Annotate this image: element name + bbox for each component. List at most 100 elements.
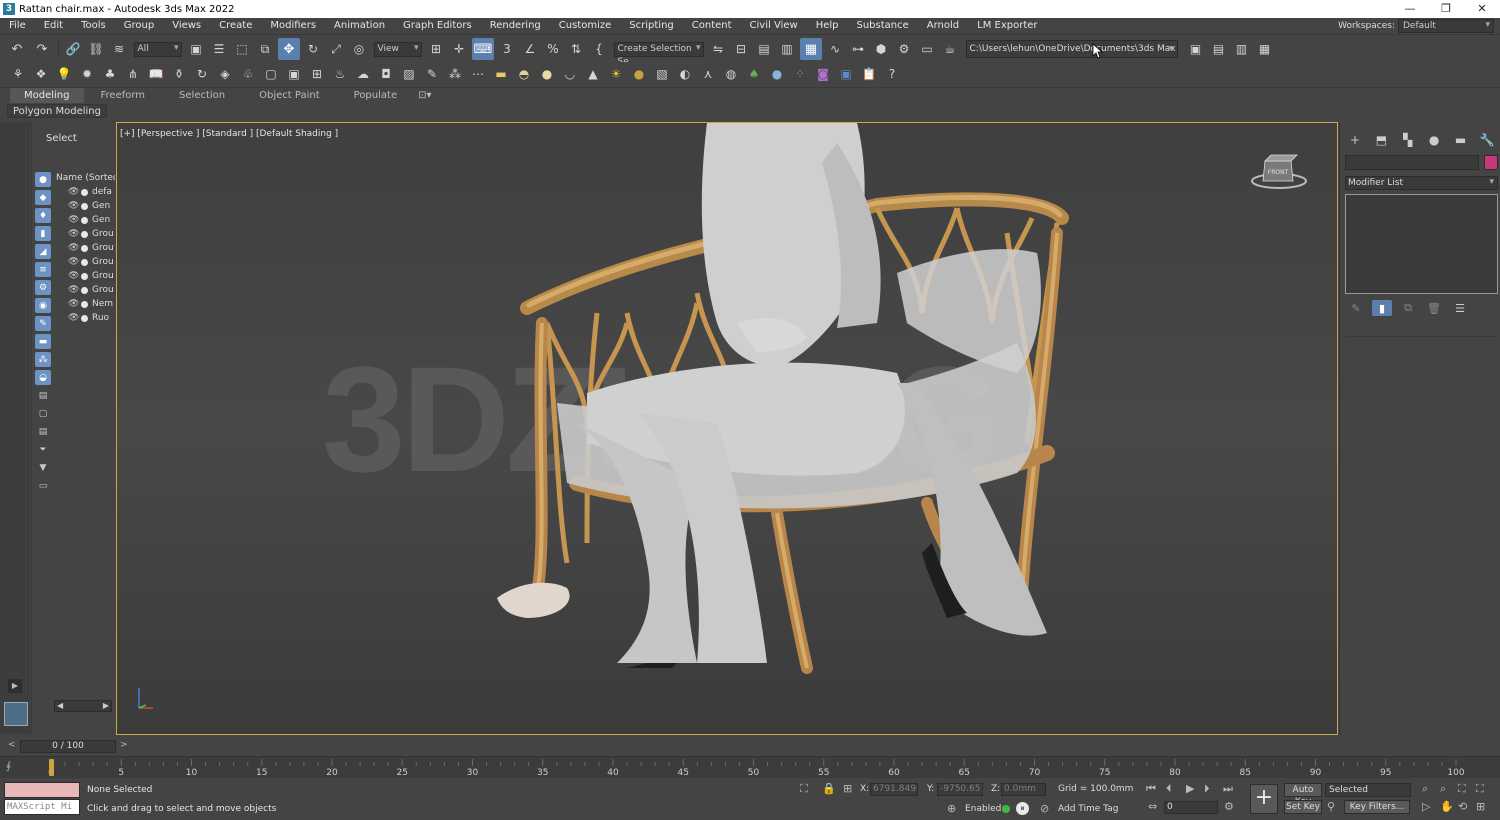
list-item[interactable]: 👁 Ruo: [54, 311, 115, 325]
cone-icon[interactable]: ▲: [583, 63, 603, 85]
menu-modifiers[interactable]: Modifiers: [261, 18, 325, 34]
auto-key-button[interactable]: Auto Key: [1284, 783, 1322, 807]
sun-icon[interactable]: ✹: [77, 63, 97, 85]
menu-content[interactable]: Content: [683, 18, 741, 34]
layer-explorer-icon[interactable]: ▤: [754, 38, 774, 60]
unlink-icon[interactable]: ⛓: [86, 38, 106, 60]
next-frame-icon[interactable]: >: [120, 740, 128, 750]
help-icon[interactable]: ?: [882, 63, 902, 85]
enabled-indicator-icon[interactable]: [1002, 805, 1010, 813]
tab-freeform[interactable]: Freeform: [84, 88, 163, 103]
link-icon[interactable]: 🔗: [63, 38, 83, 60]
set-key-button[interactable]: Set Key: [1284, 800, 1322, 814]
gold-sphere-icon[interactable]: ●: [629, 63, 649, 85]
perspective-viewport[interactable]: 3DZI.ORG: [116, 122, 1338, 735]
maxscript-listener[interactable]: [4, 782, 80, 798]
play-icon[interactable]: ▶: [1186, 782, 1194, 795]
tab-modeling[interactable]: Modeling: [10, 88, 84, 103]
go-to-end-icon[interactable]: ⏭: [1223, 782, 1233, 796]
mirror-icon[interactable]: ⇋: [708, 38, 728, 60]
half-sphere-icon[interactable]: ◐: [675, 63, 695, 85]
schematic-view-icon[interactable]: ⊶: [848, 38, 868, 60]
align-icon[interactable]: ⊟: [731, 38, 751, 60]
eye-icon[interactable]: 👁: [68, 187, 80, 197]
list-item[interactable]: 👁 Nem: [54, 297, 115, 311]
maximize-viewport-icon[interactable]: ⊞: [1476, 800, 1485, 813]
xrefs-filter-icon[interactable]: ✎: [35, 316, 51, 331]
object-name-field[interactable]: [1345, 155, 1479, 170]
sunlight-icon[interactable]: ☀: [606, 63, 626, 85]
key-filter-icon[interactable]: ⚲: [1327, 800, 1335, 813]
cluster-icon[interactable]: ⁂: [445, 63, 465, 85]
display-tab-icon[interactable]: ▬: [1452, 131, 1470, 149]
zoom-extents-icon[interactable]: ⛶: [1458, 782, 1466, 796]
spacewarps-filter-icon[interactable]: ⚙: [35, 280, 51, 295]
teapot-white-icon[interactable]: ☁: [353, 63, 373, 85]
container-icon[interactable]: ⚘: [8, 63, 28, 85]
hierarchy-tab-icon[interactable]: ▚: [1399, 131, 1417, 149]
curve-editor-icon[interactable]: ∿: [825, 38, 845, 60]
bones-filter-icon[interactable]: ▬: [35, 334, 51, 349]
close-button[interactable]: ✕: [1464, 0, 1500, 18]
redo-icon[interactable]: ↷: [31, 38, 53, 60]
key-set-dropdown[interactable]: Selected: [1325, 783, 1411, 797]
menu-create[interactable]: Create: [210, 18, 261, 34]
next-frame-button-icon[interactable]: ⏵: [1204, 782, 1210, 796]
previous-frame-icon[interactable]: ⏴: [1166, 782, 1172, 796]
snap-toggle-icon[interactable]: 3: [497, 38, 517, 60]
set-keys-icon[interactable]: +: [1250, 784, 1278, 814]
menu-lm-exporter[interactable]: LM Exporter: [968, 18, 1046, 34]
tree-icon[interactable]: ♣: [100, 63, 120, 85]
viewport-label[interactable]: [+] [Perspective ] [Standard ] [Default …: [120, 129, 338, 139]
funnel-icon[interactable]: ⏷: [35, 442, 51, 457]
tab-object-paint[interactable]: Object Paint: [242, 88, 337, 103]
display-influences-icon[interactable]: ▢: [35, 406, 51, 421]
render-production-icon[interactable]: ☕: [940, 38, 960, 60]
named-selection-dropdown[interactable]: Create Selection Se: [613, 41, 704, 67]
modifier-list-dropdown[interactable]: Modifier List: [1345, 176, 1498, 190]
current-frame-field[interactable]: 0: [1164, 801, 1218, 814]
sphere-mesh-icon[interactable]: ◍: [721, 63, 741, 85]
ref-coord-dropdown[interactable]: View: [373, 41, 422, 57]
paint-icon[interactable]: ✎: [422, 63, 442, 85]
eye-icon[interactable]: 👁: [68, 257, 80, 267]
list-item[interactable]: 👁 Grou: [54, 269, 115, 283]
menu-civil-view[interactable]: Civil View: [741, 18, 807, 34]
clipboard-icon[interactable]: 📋: [859, 63, 879, 85]
select-object-icon[interactable]: ▣: [186, 38, 206, 60]
toggle-ribbon-icon[interactable]: ▥: [777, 38, 797, 60]
select-move-icon[interactable]: ✥: [278, 38, 300, 60]
eye-icon[interactable]: 👁: [68, 201, 80, 211]
modifier-stack[interactable]: [1345, 194, 1498, 294]
menu-arnold[interactable]: Arnold: [918, 18, 968, 34]
frame-icon[interactable]: ▢: [261, 63, 281, 85]
filter-icon[interactable]: ▼: [35, 460, 51, 475]
mirror-plant-icon[interactable]: ⋔: [123, 63, 143, 85]
groups-filter-icon[interactable]: ◉: [35, 298, 51, 313]
cameras-filter-icon[interactable]: ◢: [35, 244, 51, 259]
motion-tab-icon[interactable]: ●: [1425, 131, 1443, 149]
add-time-tag-button[interactable]: Add Time Tag: [1058, 804, 1118, 814]
menu-scripting[interactable]: Scripting: [620, 18, 682, 34]
bottle-icon[interactable]: ⚱: [169, 63, 189, 85]
display-dependents-icon[interactable]: ▤: [35, 424, 51, 439]
book-icon[interactable]: 📖: [146, 63, 166, 85]
percent-snap-icon[interactable]: %: [543, 38, 563, 60]
render-region-icon[interactable]: ▣: [284, 63, 304, 85]
purple-icon[interactable]: ◙: [813, 63, 833, 85]
eye-icon[interactable]: 👁: [68, 229, 80, 239]
placement-icon[interactable]: ◎: [349, 38, 369, 60]
dots-icon[interactable]: ⋯: [468, 63, 488, 85]
crop-icon[interactable]: ⊞: [307, 63, 327, 85]
bulb-outline-icon[interactable]: ♧: [238, 63, 258, 85]
geometry-filter-icon[interactable]: ◆: [35, 190, 51, 205]
viewport-layout-icon[interactable]: [4, 702, 28, 726]
display-all-icon[interactable]: ●: [35, 172, 51, 187]
time-tag-icon[interactable]: ⊘: [1040, 802, 1049, 815]
maxscript-mini-input[interactable]: MAXScript Mi: [4, 799, 80, 815]
list-item[interactable]: 👁 Grou: [54, 227, 115, 241]
keyboard-shortcut-toggle-icon[interactable]: ⌨: [472, 38, 494, 60]
absolute-mode-icon[interactable]: ⊞: [843, 782, 852, 795]
time-configuration-icon[interactable]: ⏸: [1016, 802, 1029, 815]
field-of-view-icon[interactable]: ▷: [1422, 800, 1430, 813]
